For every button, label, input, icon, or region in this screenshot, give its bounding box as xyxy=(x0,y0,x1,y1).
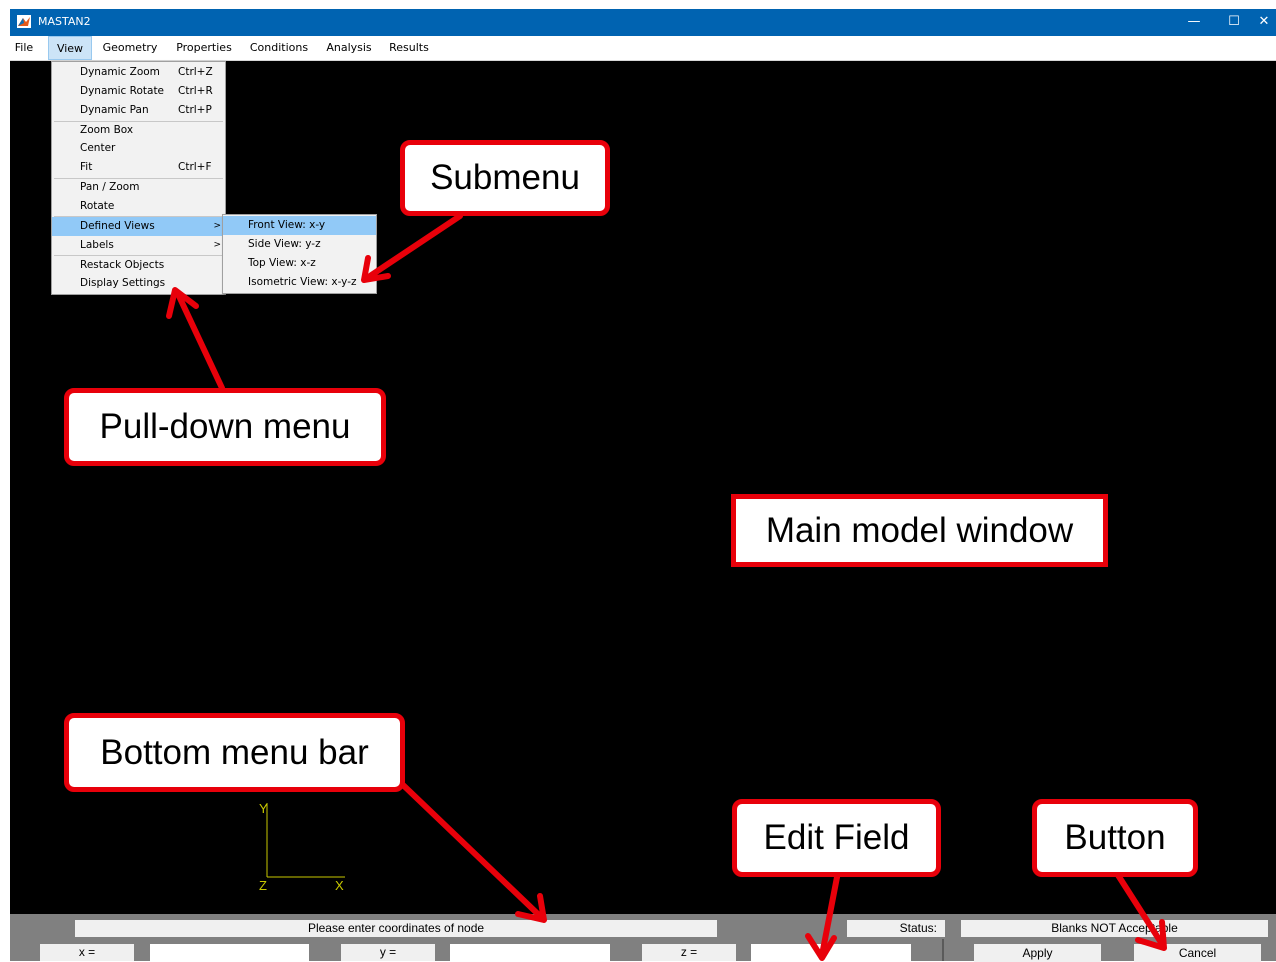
menu-item-label: Dynamic Pan xyxy=(80,104,149,116)
chevron-right-icon: > xyxy=(213,240,221,250)
menu-results[interactable]: Results xyxy=(384,36,434,60)
title-bar[interactable]: MASTAN2 — ☐ ✕ xyxy=(10,9,1276,36)
axis-y-label: Y xyxy=(259,801,268,816)
menu-bar: File View Geometry Properties Conditions… xyxy=(10,36,1276,61)
menu-item-pan-zoom[interactable]: Pan / Zoom xyxy=(52,178,225,197)
menu-conditions[interactable]: Conditions xyxy=(244,36,314,60)
menu-item-label: Display Settings xyxy=(80,277,166,289)
submenu-item-side-view[interactable]: Side View: y-z xyxy=(223,235,376,254)
menu-item-restack-objects[interactable]: Restack Objects xyxy=(52,256,225,275)
apply-button[interactable]: Apply xyxy=(974,944,1101,962)
axis-x-label: X xyxy=(335,878,344,893)
submenu-item-isometric-view[interactable]: Isometric View: x-y-z xyxy=(223,273,376,292)
menu-item-defined-views[interactable]: Defined Views > xyxy=(52,217,225,236)
input-row: x = y = z = Apply Cancel xyxy=(10,939,1276,962)
menu-item-shortcut: Ctrl+P xyxy=(178,104,212,116)
x-label: x = xyxy=(40,944,134,961)
z-input[interactable] xyxy=(751,944,911,962)
prompt-message: Please enter coordinates of node xyxy=(75,920,717,937)
window-left-edge xyxy=(0,9,10,961)
menu-item-label: Pan / Zoom xyxy=(80,181,140,193)
status-row: Please enter coordinates of node Status:… xyxy=(10,914,1276,939)
menu-item-shortcut: Ctrl+F xyxy=(178,161,212,173)
y-label: y = xyxy=(341,944,435,961)
submenu-item-front-view[interactable]: Front View: x-y xyxy=(223,216,376,235)
submenu-item-label: Top View: x-z xyxy=(248,257,316,269)
divider xyxy=(942,939,944,961)
submenu-item-top-view[interactable]: Top View: x-z xyxy=(223,254,376,273)
menu-item-label: Rotate xyxy=(80,200,115,212)
menu-item-label: Fit xyxy=(80,161,93,173)
menu-geometry[interactable]: Geometry xyxy=(98,36,162,60)
menu-item-fit[interactable]: Fit Ctrl+F xyxy=(52,158,225,177)
menu-item-label: Dynamic Zoom xyxy=(80,66,160,78)
menu-item-dynamic-pan[interactable]: Dynamic Pan Ctrl+P xyxy=(52,101,225,120)
bottom-menu-bar: Please enter coordinates of node Status:… xyxy=(10,914,1276,962)
status-value: Blanks NOT Acceptable xyxy=(961,920,1268,937)
menu-item-zoom-box[interactable]: Zoom Box xyxy=(52,121,225,140)
menu-item-center[interactable]: Center xyxy=(52,139,225,158)
x-input[interactable] xyxy=(150,944,309,962)
menu-view[interactable]: View xyxy=(48,36,92,60)
menu-item-rotate[interactable]: Rotate xyxy=(52,197,225,216)
menu-file[interactable]: File xyxy=(10,36,38,60)
submenu-item-label: Front View: x-y xyxy=(248,219,326,231)
maximize-icon[interactable]: ☐ xyxy=(1220,11,1248,33)
submenu-item-label: Isometric View: x-y-z xyxy=(248,276,357,288)
callout-main-model-window: Main model window xyxy=(731,494,1108,567)
menu-item-shortcut: Ctrl+Z xyxy=(178,66,213,78)
axis-z-label: Z xyxy=(259,878,267,893)
defined-views-submenu: Front View: x-y Side View: y-z Top View:… xyxy=(222,214,377,294)
menu-item-shortcut: Ctrl+R xyxy=(178,85,213,97)
matlab-logo-icon xyxy=(17,15,31,28)
callout-pulldown-menu: Pull-down menu xyxy=(64,388,386,466)
status-label: Status: xyxy=(847,920,945,937)
callout-button: Button xyxy=(1032,799,1198,877)
window-title: MASTAN2 xyxy=(38,15,91,28)
view-pulldown-menu: Dynamic Zoom Ctrl+Z Dynamic Rotate Ctrl+R … xyxy=(51,61,226,295)
menu-properties[interactable]: Properties xyxy=(170,36,238,60)
menu-item-label: Defined Views xyxy=(80,220,155,232)
menu-item-dynamic-rotate[interactable]: Dynamic Rotate Ctrl+R xyxy=(52,82,225,101)
menu-item-label: Dynamic Rotate xyxy=(80,85,165,97)
menu-item-dynamic-zoom[interactable]: Dynamic Zoom Ctrl+Z xyxy=(52,63,225,82)
callout-bottom-menu-bar: Bottom menu bar xyxy=(64,713,405,792)
menu-item-label: Zoom Box xyxy=(80,124,134,136)
y-input[interactable] xyxy=(450,944,610,962)
menu-item-label: Labels xyxy=(80,239,114,251)
minimize-icon[interactable]: — xyxy=(1180,11,1208,33)
chevron-right-icon: > xyxy=(213,221,221,231)
menu-item-display-settings[interactable]: Display Settings xyxy=(52,274,225,293)
menu-item-label: Center xyxy=(80,142,116,154)
menu-item-labels[interactable]: Labels > xyxy=(52,236,225,255)
callout-submenu: Submenu xyxy=(400,140,610,216)
menu-item-label: Restack Objects xyxy=(80,259,165,271)
callout-edit-field: Edit Field xyxy=(732,799,941,877)
z-label: z = xyxy=(642,944,736,961)
submenu-item-label: Side View: y-z xyxy=(248,238,321,250)
close-icon[interactable]: ✕ xyxy=(1250,11,1276,33)
menu-analysis[interactable]: Analysis xyxy=(322,36,376,60)
cancel-button[interactable]: Cancel xyxy=(1134,944,1261,962)
